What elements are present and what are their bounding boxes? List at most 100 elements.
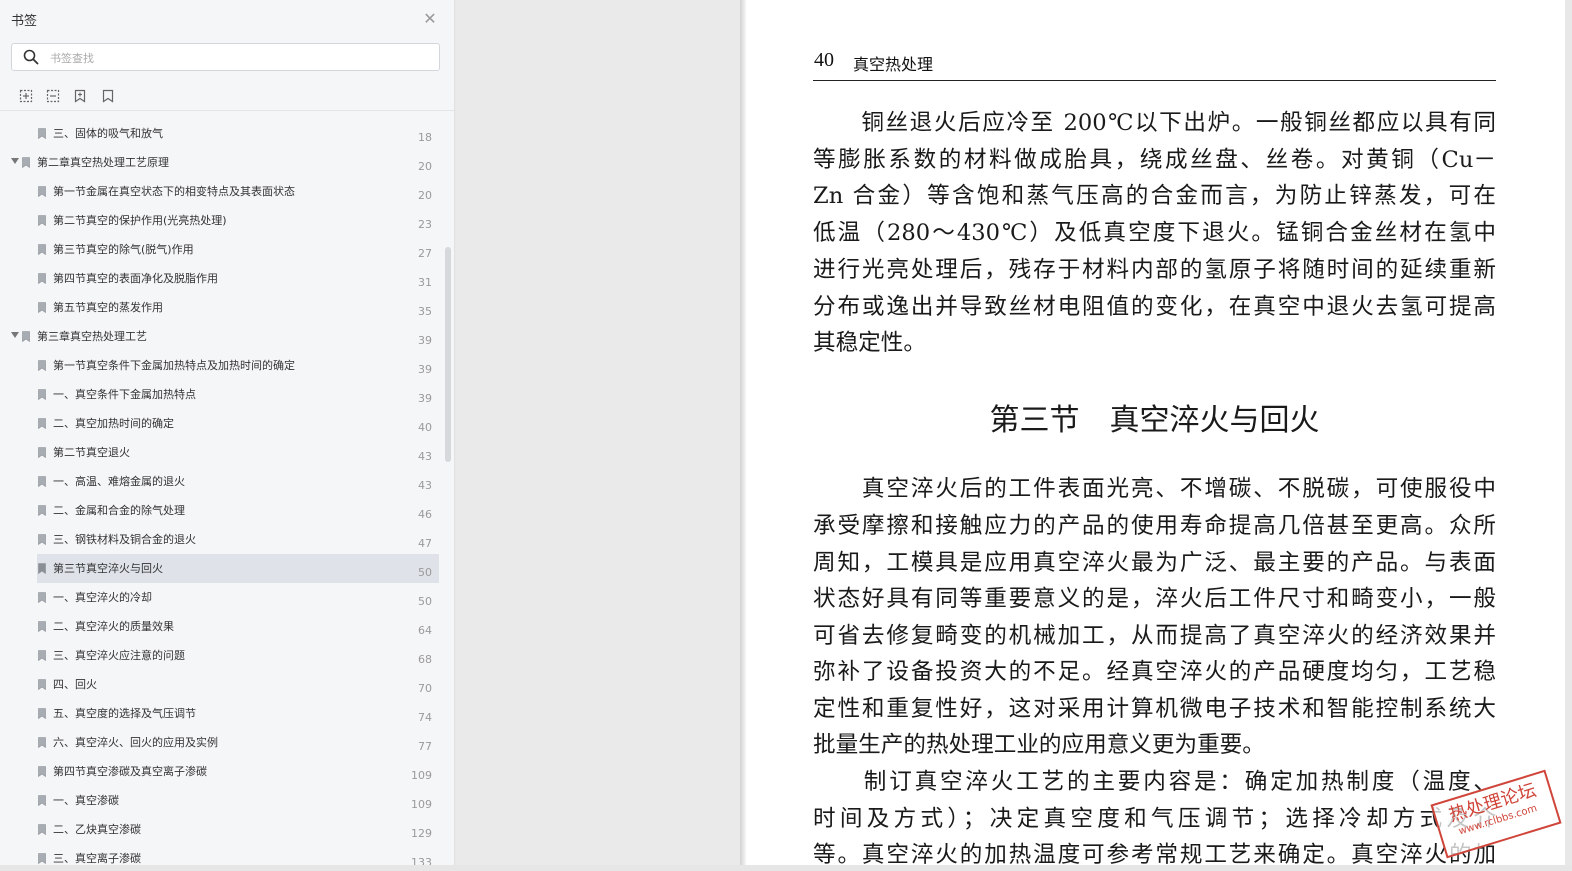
bookmark-item[interactable]: 第一节金属在真空状态下的相变特点及其表面状态 20 — [0, 177, 440, 206]
bookmark-label: 六、真空淬火、回火的应用及实例 — [53, 736, 218, 749]
bookmark-label: 三、固体的吸气和放气 — [53, 127, 163, 140]
bookmark-icon — [38, 476, 46, 487]
bookmark-item[interactable]: 第三节真空淬火与回火 50 — [0, 554, 440, 583]
body-text-line: 分布或逸出并导致丝材电阻值的变化，在真空中退火去氢可提高 — [813, 294, 1496, 320]
bookmark-item[interactable]: 第二节真空的保护作用(光亮热处理) 23 — [0, 206, 440, 235]
body-text-line: 弥补了设备投资大的不足。经真空淬火的产品硬度均匀，工艺稳 — [813, 659, 1496, 685]
bookmark-item[interactable]: 三、真空淬火应注意的问题 68 — [0, 641, 440, 670]
bookmark-icon — [38, 650, 46, 661]
bookmark-page-number: 40 — [418, 421, 432, 434]
bookmark-icon — [38, 563, 46, 574]
bookmark-page-number: 43 — [418, 450, 432, 463]
bookmark-item[interactable]: 五、真空度的选择及气压调节 74 — [0, 699, 440, 728]
bookmark-label: 四、回火 — [53, 678, 97, 691]
bookmark-page-number: 68 — [418, 653, 432, 666]
bookmark-icon — [38, 592, 46, 603]
bookmark-page-number: 109 — [411, 798, 432, 811]
bookmark-item[interactable]: 第四节真空的表面净化及脱脂作用 31 — [0, 264, 440, 293]
body-text-line: 铜丝退火后应冷至 200℃以下出炉。一般铜丝都应以具有同 — [813, 110, 1496, 136]
body-text-line: 承受摩擦和接触应力的产品的使用寿命提高几倍甚至更高。众所 — [813, 513, 1496, 539]
bookmark-page-number: 23 — [418, 218, 432, 231]
bookmark-label: 二、真空淬火的质量效果 — [53, 620, 174, 633]
bookmark-item[interactable]: 一、真空淬火的冷却 50 — [0, 583, 440, 612]
bookmark-item[interactable]: 三、钢铁材料及铜合金的退火 47 — [0, 525, 440, 554]
bookmark-item[interactable]: 第三节真空的除气(脱气)作用 27 — [0, 235, 440, 264]
bookmark-page-number: 20 — [418, 160, 432, 173]
bookmark-icon — [38, 360, 46, 371]
bookmark-label: 二、乙炔真空渗碳 — [53, 823, 141, 836]
bookmark-item[interactable]: 一、高温、难熔金属的退火 43 — [0, 467, 440, 496]
bookmark-page-number: 35 — [418, 305, 432, 318]
bookmark-search-box[interactable] — [11, 43, 440, 71]
bookmark-search-input[interactable] — [48, 47, 432, 69]
bookmark-icon — [38, 128, 46, 139]
bookmark-label: 第四节真空的表面净化及脱脂作用 — [53, 272, 218, 285]
bookmark-label: 第二章真空热处理工艺原理 — [37, 156, 169, 169]
body-text-line: 状态好具有同等重要意义的是，淬火后工件尺寸和畸变小，一般 — [813, 586, 1496, 612]
section-title: 第三节 真空淬火与回火 — [989, 403, 1320, 438]
sidebar-divider — [0, 110, 454, 111]
bookmark-item[interactable]: 第五节真空的蒸发作用 35 — [0, 293, 440, 322]
bookmark-page-number: 77 — [418, 740, 432, 753]
bookmark-label: 第一节真空条件下金属加热特点及加热时间的确定 — [53, 359, 295, 372]
collapse-all-icon[interactable] — [45, 88, 61, 104]
bookmark-label: 五、真空度的选择及气压调节 — [53, 707, 196, 720]
bookmark-item[interactable]: 四、回火 70 — [0, 670, 440, 699]
bookmark-item[interactable]: 六、真空淬火、回火的应用及实例 77 — [0, 728, 440, 757]
bookmark-label: 第二节真空的保护作用(光亮热处理) — [53, 214, 227, 227]
bookmark-item[interactable]: 第二章真空热处理工艺原理 20 — [0, 148, 440, 177]
bookmark-label: 第三节真空的除气(脱气)作用 — [53, 243, 194, 256]
expand-arrow-icon[interactable] — [11, 332, 19, 338]
bookmark-item[interactable]: 二、真空加热时间的确定 40 — [0, 409, 440, 438]
bookmark-icon — [38, 447, 46, 458]
body-text-line: Zn 合金）等含饱和蒸气压高的合金而言，为防止锌蒸发，可在 — [813, 183, 1496, 209]
bookmark-icon — [38, 795, 46, 806]
bookmark-page-number: 27 — [418, 247, 432, 260]
close-icon[interactable]: ✕ — [421, 10, 439, 28]
body-text-line: 时间及方式）；决定真空度和气压调节；选择冷却方式及介 — [813, 806, 1496, 832]
bookmark-item[interactable]: 一、真空渗碳 109 — [0, 786, 440, 815]
bookmark-icon — [38, 215, 46, 226]
bookmark-label: 三、真空淬火应注意的问题 — [53, 649, 185, 662]
bookmark-icon — [38, 708, 46, 719]
bookmark-item[interactable]: 二、乙炔真空渗碳 129 — [0, 815, 440, 844]
bookmark-item[interactable]: 一、真空条件下金属加热特点 39 — [0, 380, 440, 409]
previous-page-area — [456, 0, 740, 865]
add-bookmark-icon[interactable] — [72, 88, 88, 104]
bookmark-item[interactable]: 第二节真空退火 43 — [0, 438, 440, 467]
bookmark-page-number: 70 — [418, 682, 432, 695]
sidebar-scrollbar-thumb[interactable] — [445, 247, 451, 462]
bookmark-tree: 三、固体的吸气和放气 18 第二章真空热处理工艺原理 20 第一节金属在真空状态下的相变… — [0, 119, 440, 871]
bookmark-icon — [38, 418, 46, 429]
expand-arrow-icon[interactable] — [11, 158, 19, 164]
bookmark-icon — [38, 621, 46, 632]
bookmark-page-number: 43 — [418, 479, 432, 492]
bookmark-item[interactable]: 第一节真空条件下金属加热特点及加热时间的确定 39 — [0, 351, 440, 380]
expand-all-icon[interactable] — [18, 88, 34, 104]
bookmark-label: 一、高温、难熔金属的退火 — [53, 475, 185, 488]
bookmark-icon — [38, 824, 46, 835]
bookmark-item[interactable]: 二、真空淬火的质量效果 64 — [0, 612, 440, 641]
bookmark-icon — [38, 302, 46, 313]
bookmark-item[interactable]: 第四节真空渗碳及真空离子渗碳 109 — [0, 757, 440, 786]
bookmark-page-number: 18 — [418, 131, 432, 144]
bookmark-page-number: 20 — [418, 189, 432, 202]
body-text-line: 等。真空淬火的加热温度可参考常规工艺来确定。真空淬火的加 — [813, 842, 1496, 865]
bookmark-page-number: 129 — [411, 827, 432, 840]
bookmark-item[interactable]: 第三章真空热处理工艺 39 — [0, 322, 440, 351]
bookmark-item[interactable]: 二、金属和合金的除气处理 46 — [0, 496, 440, 525]
bookmark-label: 第二节真空退火 — [53, 446, 130, 459]
bookmark-icon — [38, 534, 46, 545]
body-text-line: 进行光亮处理后，残存于材料内部的氢原子将随时间的延续重新 — [813, 257, 1496, 283]
bookmark-label: 三、真空离子渗碳 — [53, 852, 141, 865]
bookmark-icon[interactable] — [100, 88, 116, 104]
bookmark-label: 第一节金属在真空状态下的相变特点及其表面状态 — [53, 185, 295, 198]
bookmark-icon — [38, 766, 46, 777]
body-text-line: 制订真空淬火工艺的主要内容是：确定加热制度（温度、 — [813, 769, 1496, 795]
body-text-line: 批量生产的热处理工业的应用意义更为重要。 — [813, 732, 1265, 758]
bookmark-label: 第五节真空的蒸发作用 — [53, 301, 163, 314]
body-text-line: 周知，工模具是应用真空淬火最为广泛、最主要的产品。与表面 — [813, 550, 1496, 576]
bookmark-page-number: 74 — [418, 711, 432, 724]
bookmark-item[interactable]: 三、固体的吸气和放气 18 — [0, 119, 440, 148]
body-text-line: 低温（280～430℃）及低真空度下退火。锰铜合金丝材在氢中 — [813, 220, 1496, 246]
